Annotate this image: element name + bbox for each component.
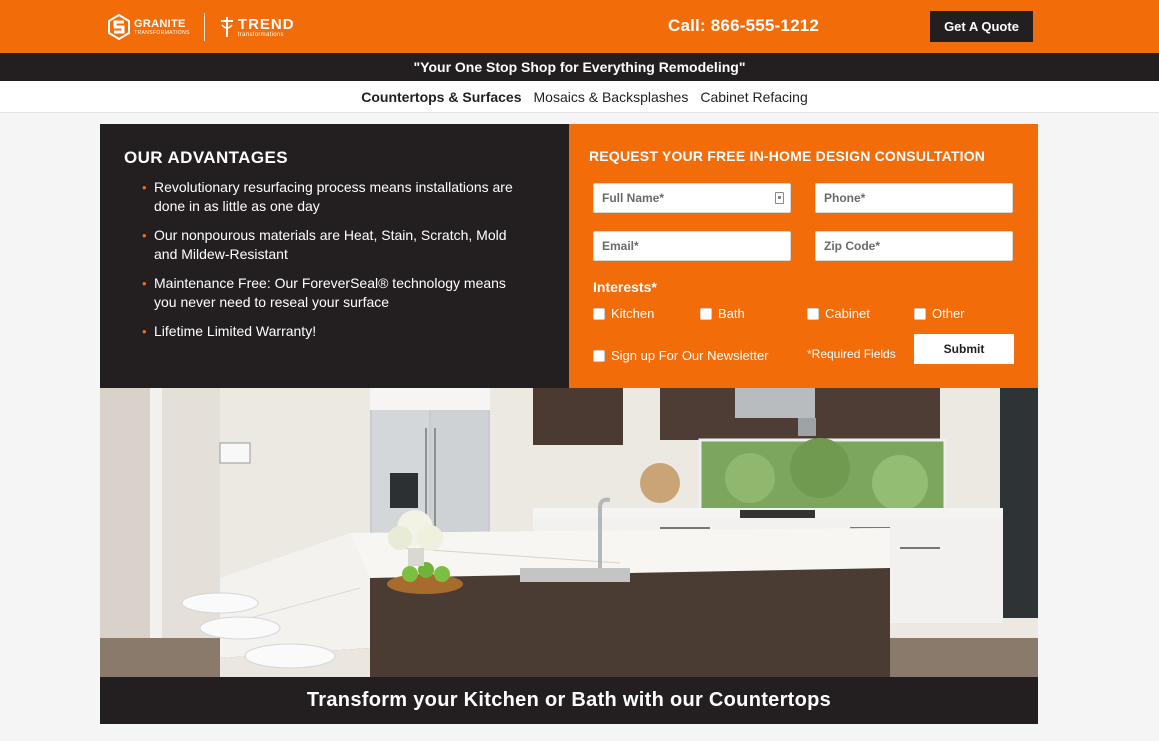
- logo-divider: [203, 13, 205, 41]
- interests-label: Interests*: [593, 279, 657, 295]
- granite-logo-text: GRANITE: [134, 17, 186, 30]
- kitchen-illustration: [100, 388, 1038, 677]
- checkbox-label: Sign up For Our Newsletter: [611, 348, 769, 363]
- trend-logo-text: TREND: [237, 15, 295, 33]
- kitchen-photo: [100, 388, 1038, 677]
- main-content: OUR ADVANTAGES Revolutionary resurfacing…: [100, 124, 1038, 724]
- top-header-bar: GRANITE TRANSFORMATIONS TREND transforma…: [0, 0, 1159, 53]
- bath-checkbox[interactable]: [700, 307, 712, 320]
- interest-other[interactable]: Other: [914, 306, 965, 321]
- newsletter-option[interactable]: Sign up For Our Newsletter: [593, 348, 769, 363]
- nav-item-countertops[interactable]: Countertops & Surfaces: [361, 89, 521, 105]
- email-field[interactable]: [593, 231, 791, 261]
- list-item: Revolutionary resurfacing process means …: [142, 178, 545, 216]
- newsletter-checkbox[interactable]: [593, 349, 605, 362]
- kitchen-checkbox[interactable]: [593, 307, 605, 320]
- consultation-form: REQUEST YOUR FREE IN-HOME DESIGN CONSULT…: [569, 124, 1038, 388]
- interest-bath[interactable]: Bath: [700, 306, 745, 321]
- submit-button[interactable]: Submit: [914, 334, 1014, 364]
- autofill-contact-icon[interactable]: [775, 192, 784, 204]
- tagline: "Your One Stop Shop for Everything Remod…: [0, 53, 1159, 81]
- granite-logo-subtext: TRANSFORMATIONS: [134, 29, 190, 36]
- checkbox-label: Kitchen: [611, 306, 655, 321]
- checkbox-label: Other: [932, 306, 965, 321]
- trend-logo: TREND transformations: [219, 15, 295, 39]
- get-a-quote-button[interactable]: Get A Quote: [930, 11, 1033, 42]
- cabinet-checkbox[interactable]: [807, 307, 819, 320]
- other-checkbox[interactable]: [914, 307, 926, 320]
- granite-logo-icon: [108, 14, 130, 40]
- list-item: Lifetime Limited Warranty!: [142, 322, 545, 341]
- trend-logo-icon: [220, 17, 233, 37]
- advantages-list: Revolutionary resurfacing process means …: [124, 178, 545, 341]
- nav-item-mosaics[interactable]: Mosaics & Backsplashes: [534, 89, 689, 105]
- checkbox-label: Cabinet: [825, 306, 870, 321]
- phone-number[interactable]: Call: 866-555-1212: [668, 16, 819, 36]
- nav-item-cabinet-refacing[interactable]: Cabinet Refacing: [700, 89, 807, 105]
- brand-logos[interactable]: GRANITE TRANSFORMATIONS TREND transforma…: [108, 12, 295, 42]
- advantages-title: OUR ADVANTAGES: [124, 148, 288, 167]
- form-title: REQUEST YOUR FREE IN-HOME DESIGN CONSULT…: [589, 148, 986, 164]
- phone-field[interactable]: [815, 183, 1013, 213]
- full-name-field[interactable]: [593, 183, 791, 213]
- granite-logo: GRANITE TRANSFORMATIONS: [108, 14, 190, 40]
- interest-cabinet[interactable]: Cabinet: [807, 306, 870, 321]
- trend-logo-subtext: transformations: [237, 31, 284, 38]
- hero-caption: Transform your Kitchen or Bath with our …: [100, 677, 1038, 724]
- list-item: Maintenance Free: Our ForeverSeal® techn…: [142, 274, 545, 312]
- advantages-panel: OUR ADVANTAGES Revolutionary resurfacing…: [100, 124, 569, 388]
- interest-kitchen[interactable]: Kitchen: [593, 306, 654, 321]
- zip-code-field[interactable]: [815, 231, 1013, 261]
- category-nav: Countertops & Surfaces Mosaics & Backspl…: [0, 81, 1159, 113]
- required-fields-note: *Required Fields: [807, 347, 896, 361]
- list-item: Our nonpourous materials are Heat, Stain…: [142, 226, 545, 264]
- checkbox-label: Bath: [718, 306, 745, 321]
